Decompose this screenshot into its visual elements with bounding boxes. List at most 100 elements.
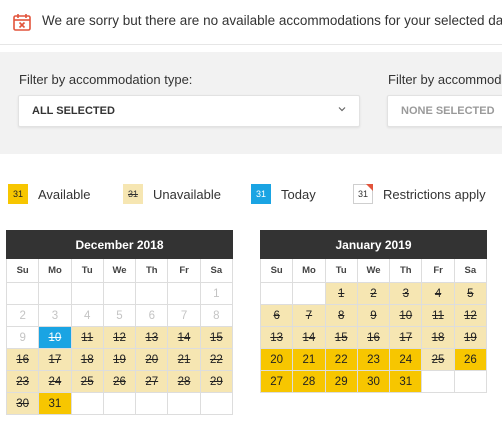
calendar-january-2019: January 2019 Su Mo Tu We Th Fr Sa 1 2 3 4 5 6 7 8 9 10 11…	[260, 230, 487, 393]
day-cell: 7	[293, 305, 326, 327]
day-cell[interactable]: 22	[325, 349, 358, 371]
day-cell: 18	[422, 327, 455, 349]
empty-day-cell	[200, 393, 233, 415]
weekday-header: Tu	[71, 259, 104, 283]
calendar-x-icon	[13, 14, 31, 31]
day-cell[interactable]: 27	[261, 371, 294, 393]
calendar-month-title: January 2019	[260, 230, 487, 259]
legend-label: Available	[38, 186, 91, 202]
day-cell: 24	[39, 371, 72, 393]
empty-day-cell	[422, 371, 455, 393]
day-cell: 3	[390, 283, 423, 305]
day-cell: 19	[454, 327, 487, 349]
weekday-header: We	[357, 259, 391, 283]
day-cell: 11	[422, 305, 455, 327]
day-cell: 8	[200, 305, 233, 327]
empty-day-cell	[71, 393, 104, 415]
weekday-header: Mo	[293, 259, 326, 283]
day-cell: 2	[357, 283, 391, 305]
day-cell: 28	[168, 371, 201, 393]
day-cell: 22	[200, 349, 233, 371]
weekday-header: Th	[390, 259, 423, 283]
legend-label: Today	[281, 186, 316, 202]
day-cell: 15	[200, 327, 233, 349]
day-cell: 5	[103, 305, 137, 327]
accommodation-type-select[interactable]: ALL SELECTED	[18, 95, 360, 127]
day-cell: 1	[325, 283, 358, 305]
calendar-grid: Su Mo Tu We Th Fr Sa 1 2 3 4 5 6 7 8 9 10 11 12 13 14 15 16 17 1…	[6, 259, 233, 415]
day-cell: 14	[168, 327, 201, 349]
day-cell: 21	[168, 349, 201, 371]
empty-day-cell	[7, 283, 40, 305]
day-cell: 25	[71, 371, 104, 393]
calendar-month-title: December 2018	[6, 230, 233, 259]
day-cell: 8	[325, 305, 358, 327]
weekday-header: Fr	[422, 259, 455, 283]
day-cell: 19	[103, 349, 137, 371]
day-cell: 12	[454, 305, 487, 327]
day-cell: 12	[103, 327, 137, 349]
chevron-down-icon	[338, 107, 346, 112]
day-cell: 9	[357, 305, 391, 327]
day-cell: 6	[136, 305, 169, 327]
day-cell: 10	[390, 305, 423, 327]
day-cell: 11	[71, 327, 104, 349]
day-cell: 1	[200, 283, 233, 305]
day-cell: 18	[71, 349, 104, 371]
day-cell: 29	[200, 371, 233, 393]
availability-notice: We are sorry but there are no available …	[0, 0, 502, 45]
day-cell[interactable]: 24	[390, 349, 423, 371]
legend-swatch-today: 31	[251, 184, 271, 204]
empty-day-cell	[71, 283, 104, 305]
empty-day-cell	[39, 283, 72, 305]
day-cell: 9	[7, 327, 40, 349]
legend-swatch-restrictions: 31	[353, 184, 373, 204]
empty-day-cell	[293, 283, 326, 305]
day-cell: 23	[7, 371, 40, 393]
weekday-header: Sa	[454, 259, 487, 283]
day-cell: 3	[39, 305, 72, 327]
day-cell[interactable]: 29	[325, 371, 358, 393]
empty-day-cell	[168, 283, 201, 305]
notice-message: We are sorry but there are no available …	[42, 13, 502, 28]
day-cell[interactable]: 21	[293, 349, 326, 371]
day-cell[interactable]: 28	[293, 371, 326, 393]
day-cell: 25	[422, 349, 455, 371]
day-cell[interactable]: 26	[454, 349, 487, 371]
day-cell: 13	[261, 327, 294, 349]
day-cell: 26	[103, 371, 137, 393]
empty-day-cell	[136, 283, 169, 305]
day-cell: 5	[454, 283, 487, 305]
day-cell: 30	[7, 393, 40, 415]
legend-today: 31 Today	[251, 184, 316, 204]
day-cell: 17	[39, 349, 72, 371]
empty-day-cell	[103, 283, 137, 305]
day-cell: 20	[136, 349, 169, 371]
empty-day-cell	[454, 371, 487, 393]
day-cell: 16	[357, 327, 391, 349]
calendar-legend: 31 Available 31 Unavailable 31 Today 31 …	[0, 176, 502, 210]
weekday-header: Mo	[39, 259, 72, 283]
day-cell[interactable]: 23	[357, 349, 391, 371]
weekday-header: Tu	[325, 259, 358, 283]
weekday-header: Su	[261, 259, 294, 283]
empty-day-cell	[168, 393, 201, 415]
day-cell: 16	[7, 349, 40, 371]
empty-day-cell	[261, 283, 294, 305]
weekday-header: Th	[136, 259, 169, 283]
day-cell[interactable]: 30	[357, 371, 391, 393]
empty-day-cell	[103, 393, 137, 415]
legend-label: Unavailable	[153, 186, 221, 202]
day-cell[interactable]: 31	[39, 393, 72, 415]
second-accommodation-select[interactable]: NONE SELECTED	[387, 95, 502, 127]
day-cell: 14	[293, 327, 326, 349]
day-cell: 17	[390, 327, 423, 349]
filter-label: Filter by accommoda	[388, 72, 502, 87]
legend-label: Restrictions apply	[383, 186, 486, 202]
day-cell[interactable]: 20	[261, 349, 294, 371]
day-cell[interactable]: 31	[390, 371, 423, 393]
select-value: ALL SELECTED	[32, 105, 115, 117]
day-cell: 7	[168, 305, 201, 327]
weekday-header: We	[103, 259, 137, 283]
day-cell: 10	[39, 327, 72, 349]
